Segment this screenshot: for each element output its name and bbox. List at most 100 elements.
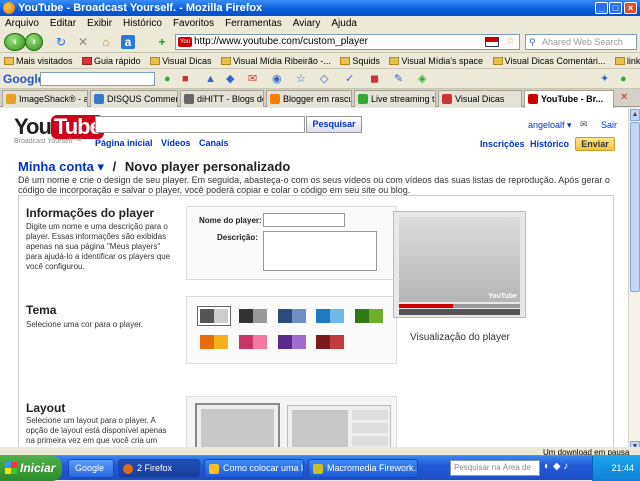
signout-link[interactable]: Sair bbox=[601, 120, 617, 130]
menu-ferramentas[interactable]: Ferramentas bbox=[225, 18, 282, 29]
imageshack-icon bbox=[6, 94, 16, 104]
google-search-input[interactable] bbox=[40, 72, 155, 86]
toolbar-icon[interactable]: ✓ bbox=[345, 73, 354, 85]
bookmark-item[interactable]: link:http://visualdicas.... bbox=[614, 53, 640, 68]
taskbar-firefox-group[interactable]: 2 Firefox bbox=[118, 459, 200, 478]
my-account-menu[interactable]: Minha conta ▾ bbox=[18, 159, 104, 174]
wrench-icon[interactable]: ✦ bbox=[600, 73, 609, 85]
close-button[interactable]: × bbox=[624, 2, 637, 14]
bookmark-item[interactable]: Visual Dicas bbox=[150, 53, 211, 68]
tab-imageshack[interactable]: ImageShack® - ang... bbox=[2, 90, 88, 107]
theme-swatch[interactable] bbox=[355, 309, 383, 323]
user-menu[interactable]: angeloalf ▾ bbox=[528, 120, 572, 131]
tab-youtube[interactable]: YouTube - Br... bbox=[524, 90, 614, 108]
menu-ajuda[interactable]: Ajuda bbox=[331, 18, 357, 29]
toolbar-icon[interactable]: ◆ bbox=[226, 73, 234, 85]
menu-arquivo[interactable]: Arquivo bbox=[5, 18, 39, 29]
toolbar-icon[interactable]: ▲ bbox=[205, 73, 216, 85]
stop-icon[interactable]: ✕ bbox=[76, 35, 90, 49]
scrollbar-thumb[interactable] bbox=[630, 122, 640, 292]
bookmark-item[interactable]: Visual Mídia Ribeirão -... bbox=[220, 53, 331, 68]
search-engine-box[interactable]: ⚲ Ahared Web Search bbox=[525, 34, 637, 50]
search-engine-icon[interactable]: ⚲ bbox=[529, 35, 536, 49]
folder-icon bbox=[220, 57, 231, 65]
theme-swatch[interactable] bbox=[239, 335, 267, 349]
nav-home[interactable]: Página inicial bbox=[95, 138, 153, 148]
page-icon bbox=[209, 464, 219, 474]
theme-swatch[interactable] bbox=[239, 309, 267, 323]
star-icon[interactable]: ☆ bbox=[296, 73, 306, 85]
forward-button[interactable]: › bbox=[25, 33, 43, 51]
youtube-search-input[interactable] bbox=[95, 116, 305, 133]
bookmark-star-icon[interactable]: ☆ bbox=[506, 35, 515, 49]
youtube-logo[interactable]: You Tube Broadcast Yourself ™ bbox=[14, 114, 104, 145]
bookmark-item[interactable]: Squids bbox=[340, 53, 380, 68]
theme-swatch[interactable] bbox=[278, 335, 306, 349]
firefox-icon bbox=[123, 464, 133, 474]
layout-heading: Layout bbox=[26, 401, 66, 415]
subscriptions-link[interactable]: Inscrições bbox=[480, 139, 525, 149]
add-bookmark-icon[interactable]: + bbox=[155, 35, 169, 49]
bookmark-item[interactable]: Visual Mídia's space bbox=[389, 53, 483, 68]
start-button[interactable]: Iniciar bbox=[0, 456, 62, 481]
toolbar-icon[interactable]: ✎ bbox=[394, 73, 403, 85]
close-tab-icon[interactable]: ✕ bbox=[620, 92, 628, 103]
tab-blogger[interactable]: Blogger em rascunh... bbox=[266, 90, 352, 107]
scroll-up-icon[interactable]: ▲ bbox=[630, 109, 640, 121]
back-button[interactable]: ‹ bbox=[4, 33, 26, 51]
taskbar-google[interactable]: Google bbox=[68, 459, 114, 478]
google-go-icon[interactable]: ● bbox=[164, 73, 171, 85]
theme-swatch[interactable] bbox=[200, 335, 228, 349]
vertical-scrollbar[interactable]: ▲ ▼ bbox=[628, 108, 640, 455]
menu-historico[interactable]: Histórico bbox=[123, 18, 162, 29]
window-title: YouTube - Broadcast Yourself. - Mozilla … bbox=[18, 2, 263, 14]
minimize-button[interactable]: _ bbox=[595, 2, 608, 14]
menu-editar[interactable]: Editar bbox=[50, 18, 76, 29]
nav-channels[interactable]: Canais bbox=[199, 138, 229, 148]
taskbar-search-input[interactable]: Pesquisar na Área de bbox=[450, 460, 540, 476]
history-link[interactable]: Histórico bbox=[530, 139, 569, 149]
reload-icon[interactable]: ↻ bbox=[54, 35, 68, 49]
fireworks-icon bbox=[313, 464, 323, 474]
google-logo[interactable]: Google bbox=[3, 72, 44, 86]
tab-visual-dicas[interactable]: Visual Dicas bbox=[438, 90, 522, 107]
theme-swatch[interactable] bbox=[316, 335, 344, 349]
taskbar-item[interactable]: Como colocar uma list... bbox=[204, 459, 304, 478]
youtube-search-button[interactable]: Pesquisar bbox=[306, 116, 362, 133]
bookmark-item[interactable]: Guia rápido bbox=[82, 53, 141, 68]
bookmark-item[interactable]: Visual Dicas Comentári... bbox=[492, 53, 605, 68]
status-dot-icon[interactable]: ● bbox=[620, 73, 627, 85]
mail-icon[interactable]: ✉ bbox=[580, 119, 588, 130]
window-titlebar: YouTube - Broadcast Yourself. - Mozilla … bbox=[0, 0, 640, 16]
guide-icon bbox=[82, 57, 93, 65]
aviary-icon[interactable]: a bbox=[121, 35, 135, 49]
toolbar-icon[interactable]: ◼ bbox=[370, 73, 379, 85]
tray-icons[interactable]: ◐ ◆ ♪ bbox=[544, 461, 568, 472]
menu-exibir[interactable]: Exibir bbox=[87, 18, 112, 29]
theme-heading: Tema bbox=[26, 303, 57, 317]
theme-swatch[interactable] bbox=[278, 309, 306, 323]
menu-aviary[interactable]: Aviary bbox=[293, 18, 321, 29]
menu-favoritos[interactable]: Favoritos bbox=[173, 18, 214, 29]
toolbar-icon[interactable]: ◇ bbox=[320, 73, 328, 85]
tab-live-streaming[interactable]: Live streaming traffc bbox=[354, 90, 436, 107]
theme-swatch[interactable] bbox=[316, 309, 344, 323]
toolbar-icon[interactable]: ◉ bbox=[272, 73, 282, 85]
tab-disqus[interactable]: DISQUS Comments |... bbox=[90, 90, 178, 107]
bookmark-item[interactable]: Mais visitados bbox=[4, 53, 73, 68]
address-bar[interactable]: You http://www.youtube.com/custom_player… bbox=[175, 34, 520, 50]
upload-button[interactable]: Enviar bbox=[575, 137, 615, 151]
tab-dihitt[interactable]: diHITT - Blogs do us... bbox=[180, 90, 264, 107]
theme-swatch[interactable] bbox=[200, 309, 228, 323]
gmail-icon[interactable]: ✉ bbox=[248, 73, 257, 85]
toolbar-icon[interactable]: ■ bbox=[182, 73, 189, 85]
player-name-input[interactable] bbox=[263, 213, 345, 227]
disqus-icon bbox=[94, 94, 104, 104]
home-icon[interactable]: ⌂ bbox=[99, 35, 113, 49]
system-tray: 21:44 bbox=[592, 456, 640, 481]
taskbar-item[interactable]: Macromedia Firework... bbox=[308, 459, 418, 478]
nav-videos[interactable]: Vídeos bbox=[161, 138, 191, 148]
maximize-button[interactable]: □ bbox=[609, 2, 622, 14]
description-textarea[interactable] bbox=[263, 231, 377, 271]
toolbar-icon[interactable]: ◈ bbox=[418, 73, 426, 85]
